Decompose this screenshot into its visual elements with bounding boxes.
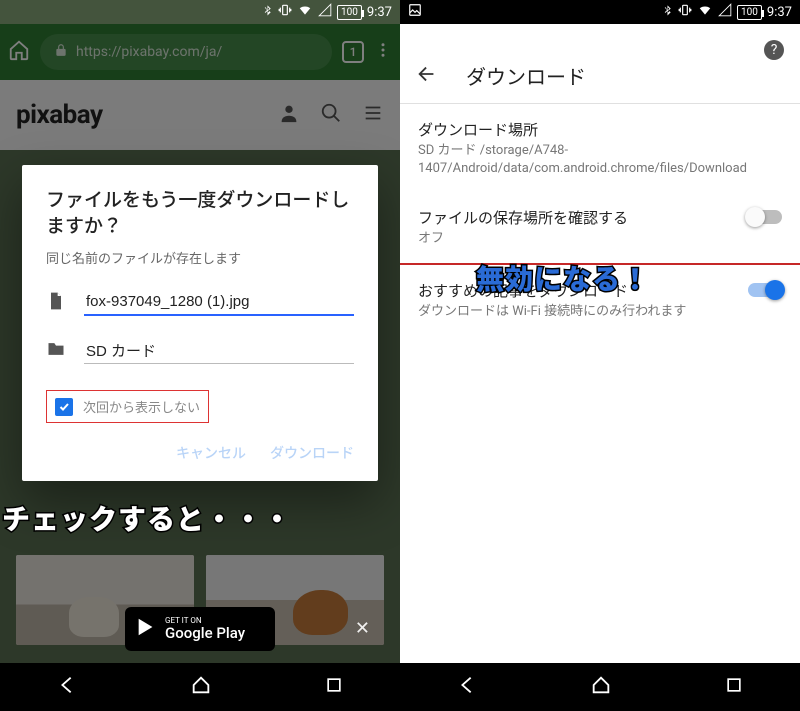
setting-recommended-articles[interactable]: おすすめの記事をダウンロード ダウンロードは Wi-Fi 接続時にのみ行われます [400, 265, 800, 336]
setting-title: おすすめの記事をダウンロード [418, 280, 782, 301]
statusbar: 100 9:37 [0, 0, 400, 24]
setting-subtitle: SD カード /storage/A748-1407/Android/data/c… [418, 142, 782, 177]
recent-icon[interactable] [324, 675, 344, 699]
image-icon [408, 3, 422, 21]
file-icon [46, 291, 66, 315]
setting-confirm-location[interactable]: ファイルの保存場所を確認する オフ [400, 192, 800, 263]
help-icon[interactable]: ? [764, 40, 784, 60]
download-dialog: ファイルをもう一度ダウンロードしますか？ 同じ名前のファイルが存在します 次回か… [22, 165, 378, 481]
dialog-title: ファイルをもう一度ダウンロードしますか？ [46, 187, 354, 238]
bluetooth-icon [662, 3, 673, 21]
battery-icon: 100 [337, 5, 362, 20]
setting-subtitle: ダウンロードは Wi-Fi 接続時にのみ行われます [418, 303, 782, 321]
setting-title: ファイルの保存場所を確認する [418, 207, 782, 228]
google-play-badge[interactable]: GET IT ON Google Play [125, 607, 275, 651]
cancel-button[interactable]: キャンセル [176, 443, 246, 463]
back-arrow-icon[interactable] [416, 63, 438, 89]
back-icon[interactable] [56, 674, 78, 700]
setting-download-location[interactable]: ダウンロード場所 SD カード /storage/A748-1407/Andro… [400, 104, 800, 192]
wifi-icon [297, 3, 313, 21]
toggle-off[interactable] [748, 210, 782, 224]
checkbox-icon [55, 398, 73, 416]
folder-icon [46, 339, 66, 363]
settings-title: ダウンロード [466, 61, 586, 90]
home-nav-icon[interactable] [590, 674, 612, 700]
back-icon[interactable] [456, 674, 478, 700]
bluetooth-icon [262, 3, 273, 21]
download-button[interactable]: ダウンロード [270, 443, 354, 463]
dont-show-again-checkbox[interactable]: 次回から表示しない [46, 390, 209, 423]
setting-title: ダウンロード場所 [418, 119, 782, 140]
home-nav-icon[interactable] [190, 674, 212, 700]
play-icon [135, 616, 157, 642]
checkbox-label: 次回から表示しない [83, 397, 200, 416]
wifi-icon [697, 3, 713, 21]
toggle-on[interactable] [748, 283, 782, 297]
vibrate-icon [278, 3, 292, 21]
signal-icon [318, 3, 332, 21]
setting-subtitle: オフ [418, 230, 782, 248]
nav-bar [0, 663, 400, 711]
dialog-subtitle: 同じ名前のファイルが存在します [46, 248, 354, 267]
battery-icon: 100 [737, 5, 762, 20]
close-icon[interactable]: ✕ [355, 618, 370, 639]
settings-header: ダウンロード [400, 48, 800, 104]
statusbar: 100 9:37 [400, 0, 800, 24]
recent-icon[interactable] [724, 675, 744, 699]
filename-input[interactable] [84, 289, 354, 316]
location-input[interactable] [84, 338, 354, 364]
gplay-line2: Google Play [165, 625, 245, 642]
vibrate-icon [678, 3, 692, 21]
status-time: 9:37 [767, 5, 792, 20]
nav-bar [400, 663, 800, 711]
status-time: 9:37 [367, 5, 392, 20]
signal-icon [718, 3, 732, 21]
